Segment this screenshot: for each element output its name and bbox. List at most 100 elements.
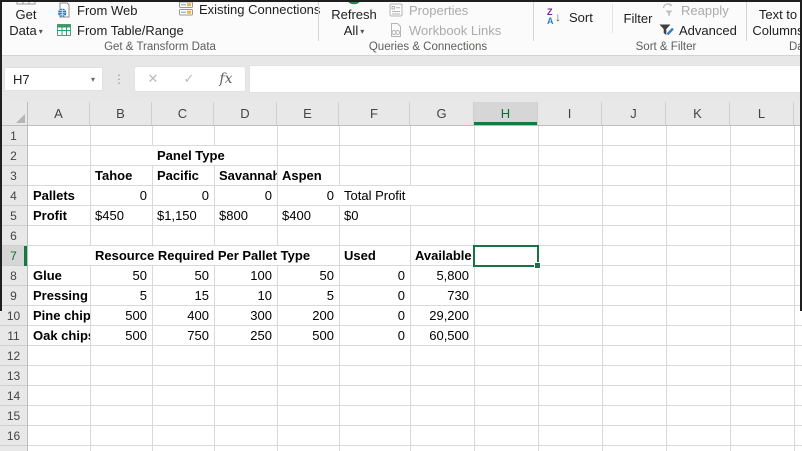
existing-connections-button[interactable]: Existing Connections <box>178 0 320 18</box>
from-web-button[interactable]: From Web <box>56 1 137 19</box>
formula-bar-resize-handle[interactable]: ⋮ <box>112 67 126 91</box>
row-header-15[interactable]: 15 <box>0 406 27 426</box>
row-header-16[interactable]: 16 <box>0 426 27 446</box>
col-header-H-selected[interactable]: H <box>474 102 538 125</box>
cell-A9[interactable]: Pressing <box>28 286 90 305</box>
cell-A5[interactable]: Profit <box>28 206 90 225</box>
cell-C9[interactable]: 15 <box>152 286 214 305</box>
col-header-I[interactable]: I <box>538 102 602 125</box>
row-header-2[interactable]: 2 <box>0 146 27 166</box>
cell-B7[interactable]: Resource Required Per Pallet Type <box>90 246 339 265</box>
cell-C4[interactable]: 0 <box>152 186 214 205</box>
cell-D3[interactable]: Savannah <box>214 166 277 185</box>
cell-B9[interactable]: 5 <box>90 286 152 305</box>
enter-icon[interactable]: ✓ <box>183 71 194 87</box>
col-header-E[interactable]: E <box>277 102 339 125</box>
col-header-D[interactable]: D <box>214 102 277 125</box>
row-header-4[interactable]: 4 <box>0 186 27 206</box>
cell-C3[interactable]: Pacific <box>152 166 214 185</box>
reapply-label: Reapply <box>681 2 729 18</box>
row-header-1[interactable]: 1 <box>0 126 27 146</box>
row-header-6[interactable]: 6 <box>0 226 27 246</box>
row-header-11[interactable]: 11 <box>0 326 27 346</box>
cell-E11[interactable]: 500 <box>277 326 339 345</box>
cell-E5[interactable]: $400 <box>277 206 339 225</box>
cell-E4[interactable]: 0 <box>277 186 339 205</box>
cell-B10[interactable]: 500 <box>90 306 152 325</box>
cell-C11[interactable]: 750 <box>152 326 214 345</box>
formula-input[interactable] <box>249 65 802 93</box>
from-table-range-button[interactable]: From Table/Range <box>56 21 184 39</box>
cell-C10[interactable]: 400 <box>152 306 214 325</box>
cell-F11[interactable]: 0 <box>339 326 410 345</box>
cell-G9[interactable]: 730 <box>410 286 474 305</box>
cell-F9[interactable]: 0 <box>339 286 410 305</box>
selected-cell-H7[interactable] <box>473 245 541 269</box>
cell-E8[interactable]: 50 <box>277 266 339 285</box>
sheet-grid[interactable]: 1 2 3 4 5 6 7 8 9 10 11 12 13 14 15 16 P… <box>0 126 802 451</box>
fill-handle[interactable] <box>534 262 541 269</box>
row-header-3[interactable]: 3 <box>0 166 27 186</box>
cell-D8[interactable]: 100 <box>214 266 277 285</box>
cell-F10[interactable]: 0 <box>339 306 410 325</box>
reapply-button[interactable]: Reapply <box>660 1 729 19</box>
cell-C8[interactable]: 50 <box>152 266 214 285</box>
chevron-down-icon: ▾ <box>38 27 43 36</box>
cell-D4[interactable]: 0 <box>214 186 277 205</box>
cell-G8[interactable]: 5,800 <box>410 266 474 285</box>
workbook-links-button[interactable]: Workbook Links <box>388 21 501 39</box>
cell-A10[interactable]: Pine chips <box>28 306 90 325</box>
col-header-L[interactable]: L <box>730 102 794 125</box>
cell-D9[interactable]: 10 <box>214 286 277 305</box>
col-header-G[interactable]: G <box>410 102 474 125</box>
row-header-8[interactable]: 8 <box>0 266 27 286</box>
row-header-5[interactable]: 5 <box>0 206 27 226</box>
cell-E3[interactable]: Aspen <box>277 166 339 185</box>
advanced-filter-button[interactable]: Advanced <box>658 21 737 39</box>
cancel-icon[interactable]: ✕ <box>148 71 159 87</box>
properties-icon <box>388 2 404 18</box>
cell-B8[interactable]: 50 <box>90 266 152 285</box>
row-header-12[interactable]: 12 <box>0 346 27 366</box>
properties-button[interactable]: Properties <box>388 1 468 19</box>
col-header-F[interactable]: F <box>339 102 410 125</box>
cell-B5[interactable]: $450 <box>90 206 152 225</box>
name-box[interactable]: H7 ▾ <box>4 67 103 91</box>
select-all-corner[interactable] <box>0 102 28 125</box>
cell-G7[interactable]: Available <box>410 246 474 265</box>
cell-E9[interactable]: 5 <box>277 286 339 305</box>
cell-B11[interactable]: 500 <box>90 326 152 345</box>
cell-B4[interactable]: 0 <box>90 186 152 205</box>
cell-G10[interactable]: 29,200 <box>410 306 474 325</box>
row-header-partial[interactable] <box>0 446 27 451</box>
col-header-B[interactable]: B <box>90 102 152 125</box>
cell-F5[interactable]: $0 <box>339 206 410 225</box>
from-table-range-label: From Table/Range <box>77 22 184 38</box>
insert-function-icon[interactable]: fx <box>219 71 232 87</box>
col-header-A[interactable]: A <box>28 102 90 125</box>
cell-A4[interactable]: Pallets <box>28 186 90 205</box>
cell-D10[interactable]: 300 <box>214 306 277 325</box>
row-header-10[interactable]: 10 <box>0 306 27 326</box>
name-box-caret-icon[interactable]: ▾ <box>91 75 95 84</box>
col-header-K[interactable]: K <box>666 102 730 125</box>
cell-F8[interactable]: 0 <box>339 266 410 285</box>
col-header-C[interactable]: C <box>152 102 214 125</box>
cell-C2[interactable]: Panel Type <box>152 146 277 165</box>
cell-C5[interactable]: $1,150 <box>152 206 214 225</box>
cell-D11[interactable]: 250 <box>214 326 277 345</box>
sort-button[interactable]: Z A ↓ Sort <box>546 6 593 28</box>
col-header-J[interactable]: J <box>602 102 666 125</box>
row-header-13[interactable]: 13 <box>0 366 27 386</box>
cell-A8[interactable]: Glue <box>28 266 90 285</box>
cell-B3[interactable]: Tahoe <box>90 166 152 185</box>
cell-D5[interactable]: $800 <box>214 206 277 225</box>
row-header-9[interactable]: 9 <box>0 286 27 306</box>
cell-E10[interactable]: 200 <box>277 306 339 325</box>
cell-G11[interactable]: 60,500 <box>410 326 474 345</box>
row-header-14[interactable]: 14 <box>0 386 27 406</box>
cell-F4[interactable]: Total Profit <box>339 186 474 205</box>
cell-A11[interactable]: Oak chips <box>28 326 90 345</box>
row-header-7-selected[interactable]: 7 <box>0 246 27 266</box>
cell-F7[interactable]: Used <box>339 246 410 265</box>
